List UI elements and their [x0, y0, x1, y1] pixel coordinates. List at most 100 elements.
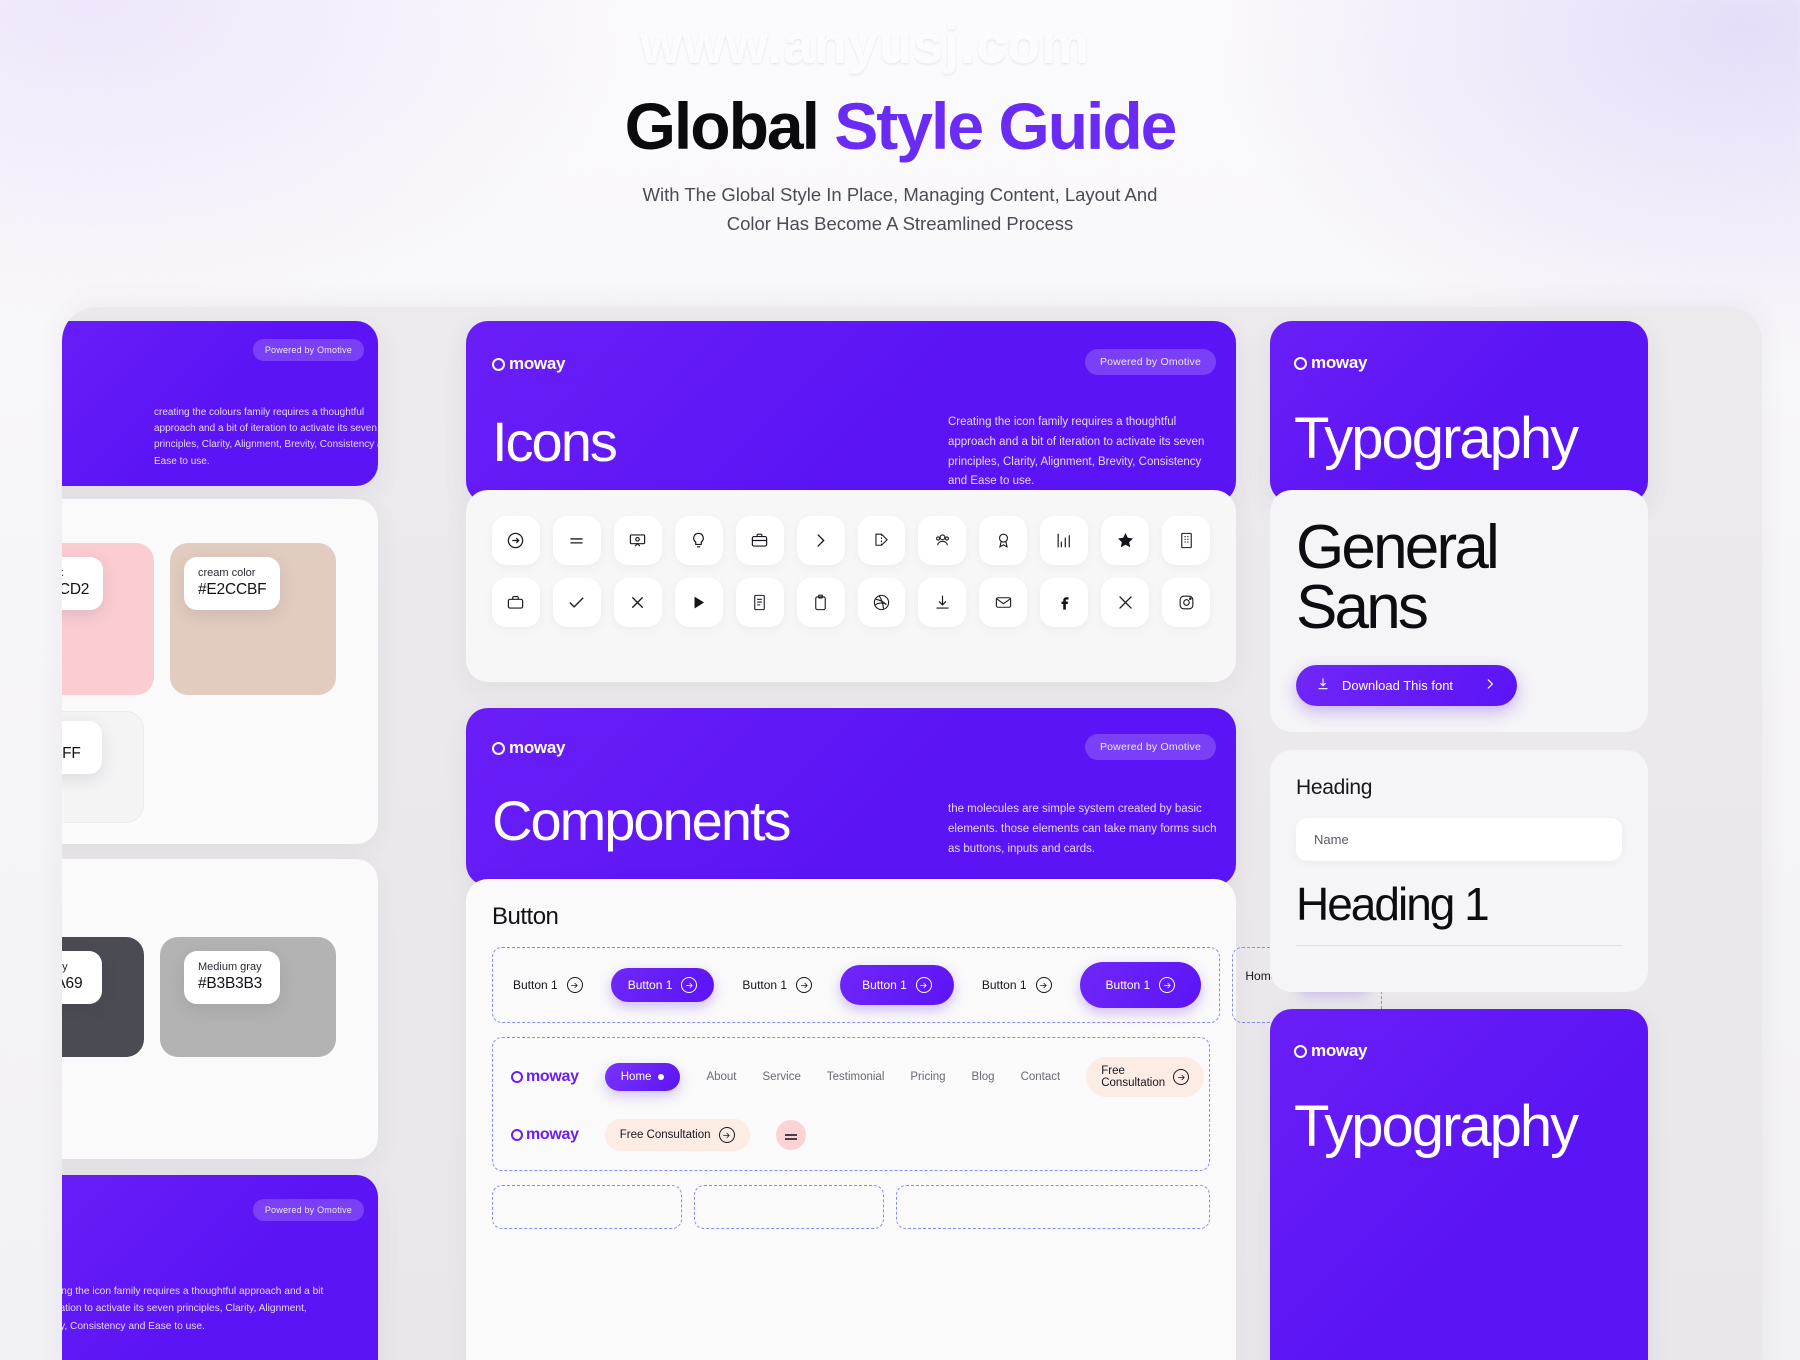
button-1-solid-b[interactable]: Button 1 [840, 965, 954, 1005]
suitcase-icon[interactable] [492, 578, 540, 627]
download-font-button[interactable]: Download This font [1296, 665, 1518, 707]
colors-footer-card: Powered by Omotive Creating the icon fam… [62, 1175, 378, 1360]
palette-icon[interactable] [857, 516, 906, 565]
arrow-right-circle-icon [718, 1127, 735, 1143]
nav-item-home[interactable]: Home [604, 1063, 681, 1091]
button-row: Button 1 Button 1 Button 1 Button 1 Butt… [493, 948, 1219, 1022]
swatch-group-light: light pink #FBCCD2 cream color #E2CCBF D… [62, 499, 378, 844]
brand-logo: moway [1294, 1041, 1367, 1061]
swatch-chip-d2d2d2: D2D2D2 #6319FF [62, 721, 102, 775]
icons-grid-card [466, 490, 1236, 682]
icon-grid [492, 516, 1210, 627]
swatch-hex: #6319FF [62, 745, 81, 763]
arrow-right-circle-icon[interactable] [492, 516, 540, 565]
brand-name: moway [1311, 353, 1368, 372]
button-label: Button 1 [513, 978, 558, 992]
button-1-ghost-b[interactable]: Button 1 [740, 971, 814, 999]
mail-icon[interactable] [979, 578, 1028, 627]
colors-description: creating the colours family requires a t… [154, 407, 378, 467]
icons-description: Creating the icon family requires a thou… [948, 416, 1205, 488]
swatch-name: Dark gray [62, 961, 68, 973]
heading-specimen-card: Heading Name Heading 1 [1270, 750, 1648, 992]
presentation-icon[interactable] [613, 516, 662, 565]
download-icon [1316, 677, 1330, 694]
swatch-chip-cream: cream color #E2CCBF [184, 557, 281, 611]
nav-item-about[interactable]: About [706, 1071, 736, 1083]
close-icon[interactable] [613, 578, 662, 627]
briefcase-icon[interactable] [735, 516, 784, 565]
colors-footer-description: Creating the icon family requires a thou… [62, 1286, 324, 1332]
font-name: General Sans [1296, 517, 1622, 639]
name-input[interactable]: Name [1296, 818, 1622, 861]
navbar-desktop: moway Home About Service Testimonial Pri… [493, 1046, 1209, 1108]
logo-circle-icon [492, 741, 505, 755]
button-1-solid-c[interactable]: Button 1 [1079, 962, 1202, 1008]
brand-logo: moway [492, 354, 565, 374]
navbar-brand[interactable]: moway [511, 1068, 579, 1086]
navbar-mobile-cta[interactable]: Free Consultation [604, 1119, 750, 1151]
facebook-icon[interactable] [1040, 578, 1089, 627]
components-title: Components [492, 789, 792, 852]
navbar-group: moway Home About Service Testimonial Pri… [492, 1037, 1210, 1171]
award-icon[interactable] [979, 516, 1028, 565]
swatch-name: light pink [62, 566, 89, 580]
font-specimen-card: General Sans Download This font [1270, 490, 1648, 732]
arrow-right-circle-icon [915, 977, 932, 993]
navbar-brand-name: moway [526, 1068, 579, 1085]
file-text-icon[interactable] [735, 578, 784, 627]
watermark-top: www.anyusj.com [640, 15, 1091, 75]
dribbble-icon[interactable] [857, 578, 906, 627]
brand-name: moway [1311, 1041, 1368, 1060]
instagram-icon[interactable] [1162, 578, 1210, 627]
swatch-hex: #B3B3B3 [198, 975, 263, 993]
swatch-name: cream color [198, 567, 256, 579]
swatch-chip-dark-gray: Dark gray #5A5A69 [62, 951, 102, 1005]
components-body-card: Button Button 1 Button 1 Button 1 Button… [466, 879, 1383, 1360]
check-icon[interactable] [552, 578, 601, 627]
logo-circle-icon [511, 1129, 523, 1141]
icons-title: Icons [492, 410, 618, 473]
arrow-right-circle-icon [1173, 1069, 1190, 1085]
component-placeholder-c [896, 1185, 1210, 1229]
star-icon[interactable] [1101, 516, 1150, 565]
button-1-ghost-a[interactable]: Button 1 [511, 971, 585, 999]
arrow-right-circle-icon [796, 977, 813, 993]
nav-item-service[interactable]: Service [763, 1071, 801, 1083]
clipboard-icon[interactable] [796, 578, 845, 627]
hamburger-menu-icon[interactable] [775, 1120, 806, 1150]
button-label: Button 1 [981, 978, 1027, 992]
brand-logo: moway [1294, 353, 1367, 373]
heading-1-sample: Heading 1 [1296, 881, 1622, 946]
nav-item-pricing[interactable]: Pricing [910, 1071, 945, 1083]
nav-item-blog[interactable]: Blog [972, 1071, 995, 1083]
nav-item-testimonial[interactable]: Testimonial [827, 1071, 885, 1083]
button-1-solid-a[interactable]: Button 1 [610, 968, 715, 1002]
download-icon[interactable] [918, 578, 967, 627]
equals-icon[interactable] [552, 516, 601, 565]
logo-circle-icon [1294, 1044, 1307, 1058]
navbar-mobile-brand[interactable]: moway [511, 1126, 579, 1144]
building-icon[interactable] [1162, 516, 1210, 565]
page-title-dark: Global [624, 89, 835, 163]
download-font-label: Download This font [1342, 678, 1454, 694]
twitter-x-icon[interactable] [1101, 578, 1150, 627]
play-icon[interactable] [674, 578, 723, 627]
powered-by-badge: Powered by Omotive [252, 1199, 364, 1221]
users-icon[interactable] [918, 516, 967, 565]
swatch-name: D2D2D2 [62, 730, 88, 744]
lightbulb-icon[interactable] [674, 516, 723, 565]
page-title-accent: Style Guide [834, 89, 1177, 163]
typography-title: Typography [1294, 406, 1579, 471]
nav-item-contact[interactable]: Contact [1021, 1071, 1061, 1083]
chevron-right-icon[interactable] [796, 516, 845, 565]
bar-chart-icon[interactable] [1040, 516, 1089, 565]
nav-cta-free-consultation[interactable]: Free Consultation [1086, 1057, 1205, 1097]
swatch-hex: #5A5A69 [62, 975, 83, 993]
brand-logo: moway [492, 738, 565, 758]
heading-label: Heading [1296, 776, 1373, 799]
hero-subtitle-line1: With The Global Style In Place, Managing… [642, 184, 1158, 206]
button-label: Button 1 [742, 978, 788, 992]
arrow-right-circle-icon [566, 977, 583, 993]
button-1-ghost-c[interactable]: Button 1 [980, 971, 1054, 999]
swatch-group-gray: Dark gray #5A5A69 Medium gray #B3B3B3 [62, 859, 378, 1159]
